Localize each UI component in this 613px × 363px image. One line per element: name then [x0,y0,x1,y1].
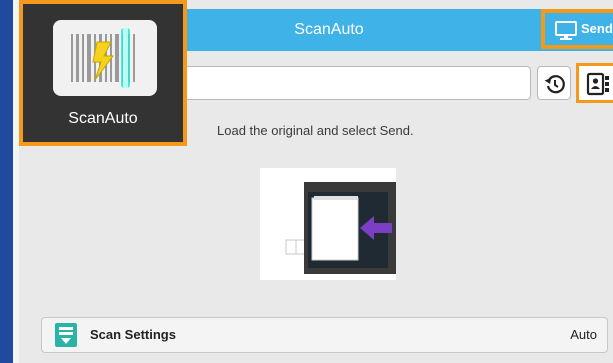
monitor-icon [555,21,577,40]
header-title: ScanAuto [294,21,364,38]
send-button[interactable]: Send [541,9,613,49]
scan-auto-icon [53,20,157,96]
scan-screen: ScanAuto Send ScanAuto Load the original… [0,0,613,363]
scan-auto-app-tile[interactable]: ScanAuto [19,0,187,146]
scan-settings-button[interactable]: Scan Settings Auto [41,317,608,353]
scan-settings-label: Scan Settings [90,327,176,342]
app-tile-label: ScanAuto [68,110,138,127]
instruction-text: Load the original and select Send. [217,123,414,138]
address-book-icon [586,72,609,96]
address-book-button[interactable] [576,63,613,103]
address-input[interactable] [184,66,531,100]
send-label: Send [581,21,613,36]
history-button[interactable] [537,66,571,100]
scan-settings-icon [55,323,77,347]
left-edge-strip [0,0,13,363]
history-icon [544,75,565,94]
document-feeder-illustration [260,168,396,280]
scan-settings-value: Auto [570,327,597,342]
